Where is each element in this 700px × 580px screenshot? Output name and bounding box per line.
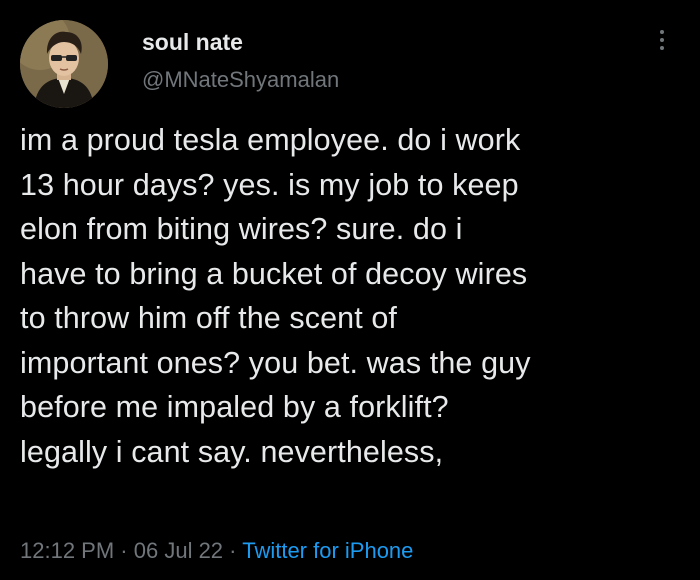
tweet-text: im a proud tesla employee. do i work 13 … xyxy=(20,123,531,469)
tweet-meta: 12:12 PM · 06 Jul 22 · Twitter for iPhon… xyxy=(20,536,413,566)
tweet-date[interactable]: 06 Jul 22 xyxy=(134,538,223,563)
avatar[interactable] xyxy=(20,20,108,108)
more-dot xyxy=(660,38,664,42)
meta-separator: · xyxy=(120,538,128,563)
tweet-source-link[interactable]: Twitter for iPhone xyxy=(242,538,413,563)
tweet-card: soul nate @MNateShyamalan im a proud tes… xyxy=(0,0,700,580)
more-dot xyxy=(660,46,664,50)
more-vertical-icon[interactable] xyxy=(654,26,670,66)
author-names: soul nate @MNateShyamalan xyxy=(142,28,339,94)
tweet-time[interactable]: 12:12 PM xyxy=(20,538,114,563)
more-dot xyxy=(660,30,664,34)
avatar-portrait-icon xyxy=(20,20,108,108)
display-name[interactable]: soul nate xyxy=(142,28,339,56)
meta-separator: · xyxy=(229,538,237,563)
tweet-header: soul nate @MNateShyamalan xyxy=(20,20,680,108)
user-handle[interactable]: @MNateShyamalan xyxy=(142,66,339,94)
